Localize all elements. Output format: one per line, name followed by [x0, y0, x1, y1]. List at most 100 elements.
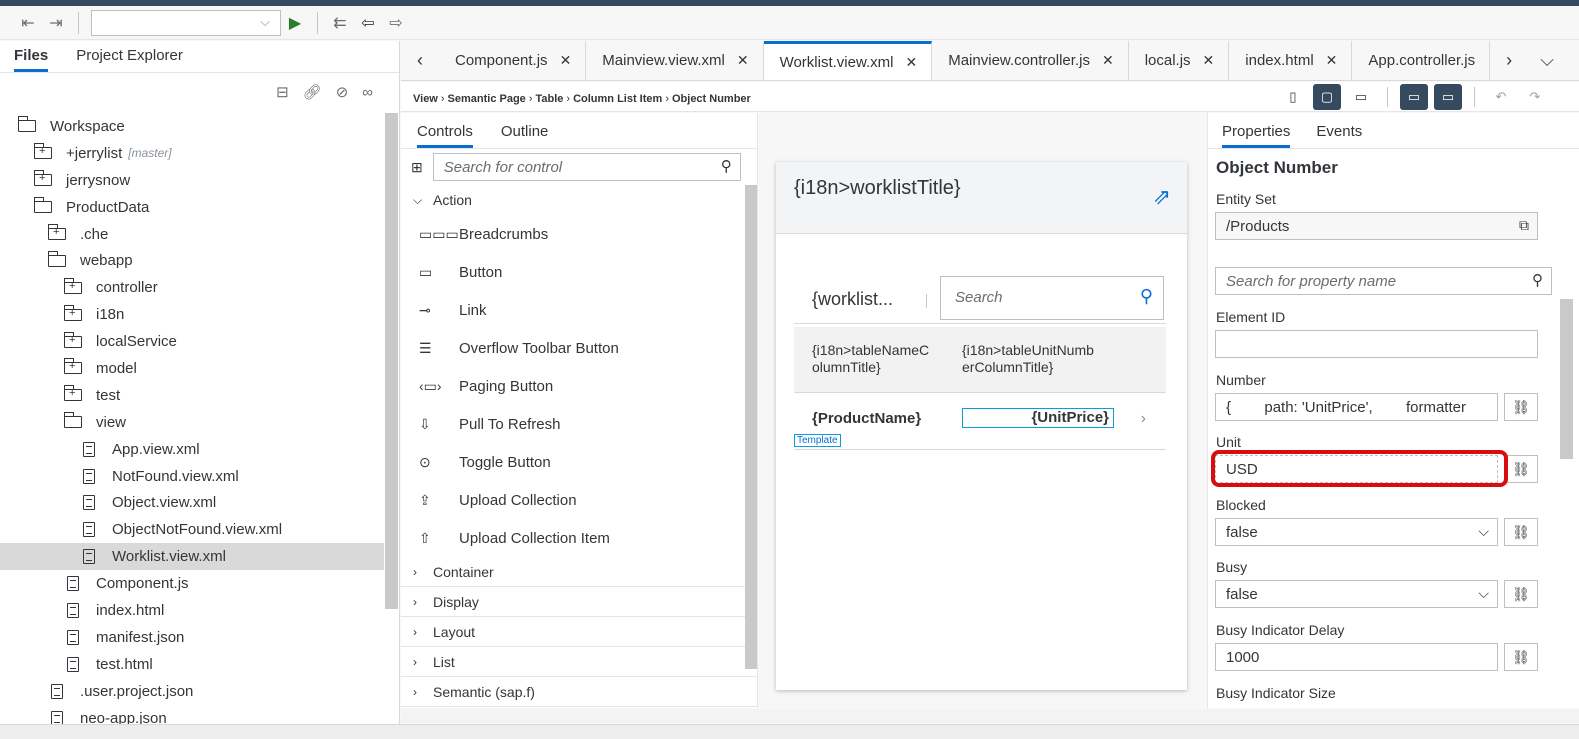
search-icon[interactable]: ⚲ [1532, 271, 1543, 289]
tree-file-item[interactable]: Object.view.xml [0, 489, 384, 516]
tree-folder-item[interactable]: model [0, 355, 384, 382]
tree-folder-item[interactable]: +jerrylist [master] [0, 140, 384, 167]
breadcrumb-item[interactable]: Column List Item [573, 93, 662, 105]
run-icon[interactable]: ▶ [281, 9, 309, 37]
tabs-menu-icon[interactable]: ⌵ [1528, 41, 1566, 80]
tree-folder-item[interactable]: localService [0, 328, 384, 355]
editor-tab[interactable]: App.controller.js [1352, 41, 1491, 80]
tab-properties[interactable]: Properties [1222, 123, 1291, 148]
tabs-left-icon[interactable]: ‹ [401, 41, 439, 80]
tab-events[interactable]: Events [1316, 123, 1362, 148]
semantic-page-header[interactable]: {i18n>worklistTitle} ⇗ [776, 162, 1187, 234]
tabs-right-icon[interactable]: › [1490, 41, 1528, 80]
tab-files[interactable]: Files [14, 47, 49, 72]
horizontal-scrollbar[interactable] [401, 709, 1579, 723]
product-name-cell[interactable]: {ProductName} [812, 410, 921, 427]
properties-toggle-icon[interactable]: ▭ [1434, 84, 1462, 110]
number-field[interactable]: { path: 'UnitPrice', formatter [1215, 393, 1498, 421]
tablet-icon[interactable]: ▢ [1313, 84, 1341, 110]
table-row[interactable]: {ProductName} {UnitPrice} › Template [794, 394, 1166, 450]
run-config-select[interactable]: ⌵ [91, 9, 281, 36]
tree-file-item[interactable]: manifest.json [0, 624, 384, 651]
group-action[interactable]: ⌵ Action [401, 185, 757, 215]
close-icon[interactable]: ✕ [1203, 52, 1215, 69]
control-item[interactable]: ⊸ Link [401, 291, 757, 329]
control-item[interactable]: ⇩ Pull To Refresh [401, 405, 757, 443]
tree-file-item[interactable]: App.view.xml [0, 436, 384, 463]
tree-file-item[interactable]: neo-app.json [0, 705, 384, 724]
tree-file-item[interactable]: Component.js [0, 570, 384, 597]
tree-file-item[interactable]: NotFound.view.xml [0, 463, 384, 490]
blocked-select[interactable]: false ⌵ [1215, 518, 1498, 546]
table-search-field[interactable]: Search ⚲ [940, 276, 1164, 320]
tree-folder-item[interactable]: view [0, 409, 384, 436]
bind-busy-delay-icon[interactable]: ⛓ [1504, 643, 1538, 671]
library-icon[interactable]: ⊞ [411, 159, 423, 176]
share-icon[interactable]: ⇗ [1153, 184, 1171, 210]
tree-folder-item[interactable]: jerrysnow [0, 167, 384, 194]
editor-tab[interactable]: Worklist.view.xml ✕ [763, 41, 933, 80]
controls-scrollbar[interactable] [745, 185, 757, 669]
entity-set-field[interactable]: /Products ⧉ [1215, 212, 1538, 240]
breadcrumb-item[interactable]: Object Number [672, 93, 751, 105]
expand-icon[interactable]: ⇥ [42, 9, 70, 37]
tree-folder-item[interactable]: i18n [0, 301, 384, 328]
table-column-header[interactable]: {i18n>tableNameC olumnTitle} {i18n>table… [794, 327, 1166, 393]
undo-icon[interactable]: ↶ [1487, 84, 1515, 110]
tree-folder-item[interactable]: controller [0, 274, 384, 301]
close-icon[interactable]: ✕ [737, 52, 749, 69]
editor-tab[interactable]: Mainview.view.xml ✕ [586, 41, 764, 80]
control-item[interactable]: ▭ Button [401, 253, 757, 291]
breadcrumb-item[interactable]: View [413, 93, 438, 105]
tree-scrollbar[interactable] [385, 113, 398, 609]
control-item[interactable]: ⊙ Toggle Button [401, 443, 757, 481]
control-item[interactable]: ⇧ Upload Collection Item [401, 519, 757, 557]
properties-scrollbar[interactable] [1560, 299, 1573, 459]
bind-busy-icon[interactable]: ⛓ [1504, 580, 1538, 608]
breadcrumb-item[interactable]: Table [535, 93, 563, 105]
control-item[interactable]: ☰ Overflow Toolbar Button [401, 329, 757, 367]
tree-folder-item[interactable]: .che [0, 221, 384, 248]
link-icon[interactable]: 🔗︎ [303, 83, 322, 101]
close-icon[interactable]: ✕ [905, 54, 917, 71]
tree-folder-item[interactable]: test [0, 382, 384, 409]
redo-icon[interactable]: ↷ [1521, 84, 1549, 110]
outline-toggle-icon[interactable]: ▭ [1400, 84, 1428, 110]
desktop-icon[interactable]: ▭ [1347, 84, 1375, 110]
property-search-input[interactable]: Search for property name ⚲ [1215, 267, 1552, 295]
close-icon[interactable]: ✕ [560, 52, 572, 69]
control-group[interactable]: › Layout [401, 617, 757, 647]
collapse-all-icon[interactable]: ⊟ [276, 83, 289, 101]
busy-delay-field[interactable]: 1000 [1215, 643, 1498, 671]
editor-tab[interactable]: local.js ✕ [1129, 41, 1230, 80]
glasses-icon[interactable]: ∞ [362, 84, 373, 101]
tree-folder-item[interactable]: Workspace [0, 113, 384, 140]
hide-icon[interactable]: ⊘ [336, 83, 349, 101]
forward-icon[interactable]: ⇨ [382, 9, 410, 37]
control-search-input[interactable]: Search for control ⚲ [432, 153, 741, 181]
control-group[interactable]: › List [401, 647, 757, 677]
bind-unit-icon[interactable]: ⛓ [1504, 455, 1538, 483]
tree-file-item[interactable]: index.html [0, 597, 384, 624]
editor-tab[interactable]: Mainview.controller.js ✕ [932, 41, 1129, 80]
element-id-field[interactable] [1215, 330, 1538, 358]
tab-project-explorer[interactable]: Project Explorer [76, 47, 183, 72]
tree-file-item[interactable]: Worklist.view.xml [0, 543, 384, 571]
busy-select[interactable]: false ⌵ [1215, 580, 1498, 608]
value-help-icon[interactable]: ⧉ [1519, 217, 1529, 234]
back-history-icon[interactable]: ⇇ [326, 9, 354, 37]
close-icon[interactable]: ✕ [1326, 52, 1338, 69]
tree-file-item[interactable]: .user.project.json [0, 678, 384, 705]
phone-icon[interactable]: ▯ [1279, 84, 1307, 110]
control-group[interactable]: › Display [401, 587, 757, 617]
tab-outline[interactable]: Outline [501, 123, 549, 148]
tree-folder-item[interactable]: ProductData [0, 194, 384, 221]
bind-number-icon[interactable]: ⛓ [1504, 393, 1538, 421]
editor-tab[interactable]: index.html ✕ [1229, 41, 1353, 80]
editor-tab[interactable]: Component.js ✕ [439, 41, 587, 80]
control-group[interactable]: › Container [401, 557, 757, 587]
control-item[interactable]: ▭▭▭ Breadcrumbs [401, 215, 757, 253]
close-icon[interactable]: ✕ [1102, 52, 1114, 69]
unit-price-cell[interactable]: {UnitPrice} [962, 408, 1114, 428]
breadcrumb-item[interactable]: Semantic Page [448, 93, 526, 105]
